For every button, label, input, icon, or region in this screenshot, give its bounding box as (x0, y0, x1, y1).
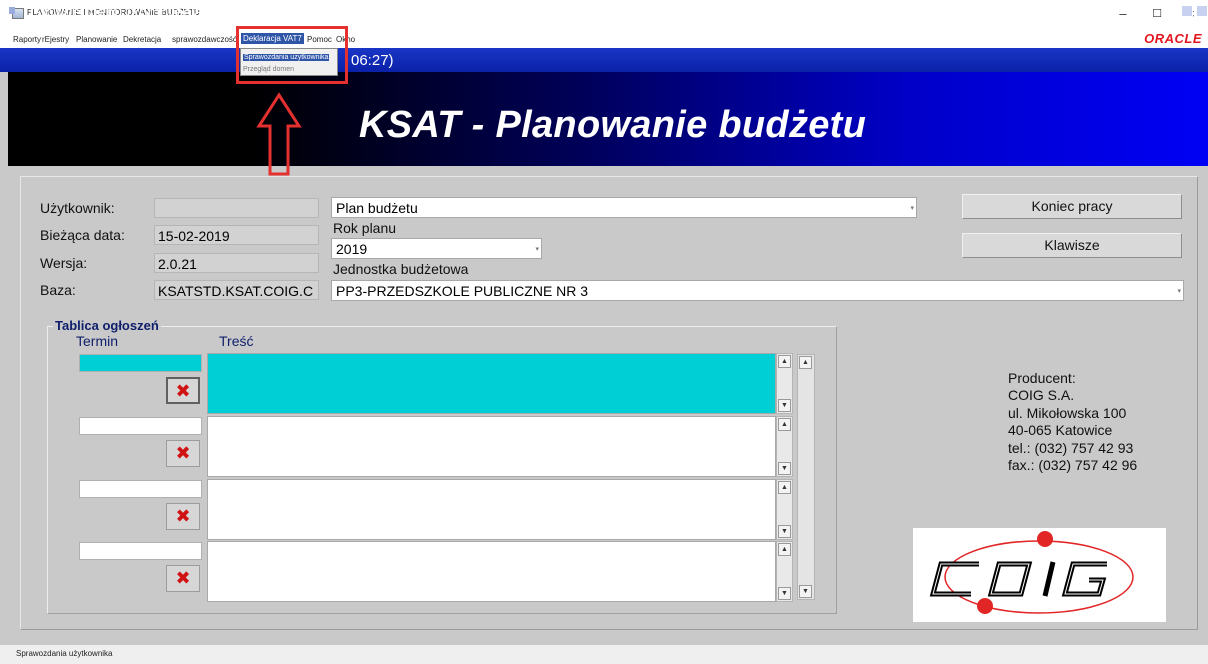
delete-x-icon: ✖ (175, 443, 191, 463)
menu-planowanie[interactable]: Planowanie (76, 35, 117, 44)
delete-x-icon: ✖ (175, 381, 191, 401)
inner-minimize-icon[interactable] (1181, 5, 1193, 17)
scroll-down-icon[interactable]: ▼ (778, 525, 791, 538)
year-label: Rok planu (333, 220, 397, 236)
plan-select-value: Plan budżetu (336, 200, 418, 216)
unit-label: Jednostka budżetowa (333, 261, 469, 277)
chevron-down-icon: ▾ (535, 246, 539, 253)
maximize-button[interactable]: ☐ (1140, 4, 1174, 24)
delete-button-1[interactable]: ✖ (166, 377, 200, 404)
scroll-up-icon[interactable]: ▲ (778, 355, 791, 368)
menu-bar: Raporty rEjestry Planowanie Dekretacja s… (0, 30, 1208, 48)
producer-line: 40-065 Katowice (1008, 422, 1113, 438)
producer-line: ul. Mikołowska 100 (1008, 405, 1127, 421)
date-label: Bieżąca data: (40, 227, 125, 243)
version-label: Wersja: (40, 255, 88, 271)
inner-window-title-tail: 06:27) (351, 52, 394, 69)
annotation-highlight-box (236, 26, 348, 84)
menu-rejestry[interactable]: rEjestry (42, 35, 69, 44)
scroll-up-icon[interactable]: ▲ (778, 543, 791, 556)
menu-dekretacja[interactable]: Dekretacja (123, 35, 161, 44)
year-select-value: 2019 (336, 241, 368, 257)
scroll-down-icon[interactable]: ▼ (778, 587, 791, 600)
form-icon (9, 7, 15, 14)
column-header-term: Termin (76, 333, 119, 349)
version-field: 2.0.21 (154, 253, 319, 273)
term-field-3[interactable] (79, 480, 202, 498)
status-text: Sprawozdania użytkownika (16, 649, 113, 658)
delete-x-icon: ✖ (175, 506, 191, 526)
keys-button[interactable]: Klawisze (962, 233, 1182, 258)
scroll-down-icon[interactable]: ▼ (778, 462, 791, 475)
scroll-up-icon[interactable]: ▲ (778, 481, 791, 494)
delete-button-3[interactable]: ✖ (166, 503, 200, 530)
user-label: Użytkownik: (40, 200, 115, 216)
scroll-up-icon[interactable]: ▲ (799, 356, 812, 369)
minimize-button[interactable]: – (1106, 4, 1140, 24)
column-header-content: Treść (219, 333, 254, 349)
producer-line: fax.: (032) 757 42 96 (1008, 457, 1138, 473)
unit-select[interactable]: PP3-PRZEDSZKOLE PUBLICZNE NR 3 ▾ (331, 280, 1184, 301)
delete-button-4[interactable]: ✖ (166, 565, 200, 592)
database-label: Baza: (40, 282, 76, 298)
database-field: KSATSTD.KSAT.COIG.C (154, 280, 319, 300)
content-field-4[interactable] (207, 541, 776, 602)
inner-window-title: Główne menu (kompilacja 2 (30, 4, 216, 21)
scroll-down-icon[interactable]: ▼ (778, 399, 791, 412)
plan-select[interactable]: Plan budżetu ▾ (331, 197, 917, 218)
term-field-4[interactable] (79, 542, 202, 560)
menu-sprawozdawczosc[interactable]: sprawozdawczość (172, 35, 237, 44)
content-scrollbar-2[interactable]: ▲ ▼ (776, 416, 793, 477)
status-bar (0, 644, 1208, 664)
notice-board-title: Tablica ogłoszeń (53, 318, 161, 333)
producer-line: COIG S.A. (1008, 387, 1075, 403)
delete-button-2[interactable]: ✖ (166, 440, 200, 467)
chevron-down-icon: ▾ (910, 205, 914, 212)
chevron-down-icon: ▾ (1177, 288, 1181, 295)
inner-maximize-icon[interactable] (1196, 5, 1208, 17)
content-field-3[interactable] (207, 479, 776, 540)
unit-select-value: PP3-PRZEDSZKOLE PUBLICZNE NR 3 (336, 283, 589, 299)
content-field-2[interactable] (207, 416, 776, 477)
term-field-2[interactable] (79, 417, 202, 435)
content-field-1[interactable] (207, 353, 776, 414)
oracle-logo: ORACLE (1144, 31, 1202, 46)
year-select[interactable]: 2019 ▾ (331, 238, 542, 259)
delete-x-icon: ✖ (175, 568, 191, 588)
coig-logo (913, 528, 1166, 622)
coig-logo-graphic (929, 531, 1134, 614)
content-scrollbar-3[interactable]: ▲ ▼ (776, 479, 793, 540)
annotation-arrow-icon (256, 92, 302, 176)
inner-window-title-bar (0, 48, 1208, 72)
term-field-1[interactable] (79, 354, 202, 372)
date-field: 15-02-2019 (154, 225, 319, 245)
user-field (154, 198, 319, 218)
scroll-down-icon[interactable]: ▼ (799, 585, 812, 598)
menu-raporty[interactable]: Raporty (13, 35, 41, 44)
records-scrollbar[interactable]: ▲ ▼ (797, 354, 815, 600)
content-scrollbar-1[interactable]: ▲ ▼ (776, 353, 793, 414)
producer-line: Producent: (1008, 370, 1076, 386)
end-work-button[interactable]: Koniec pracy (962, 194, 1182, 219)
content-scrollbar-4[interactable]: ▲ ▼ (776, 541, 793, 602)
scroll-up-icon[interactable]: ▲ (778, 418, 791, 431)
producer-line: tel.: (032) 757 42 93 (1008, 440, 1134, 456)
banner-title: KSAT - Planowanie budżetu (359, 104, 867, 146)
